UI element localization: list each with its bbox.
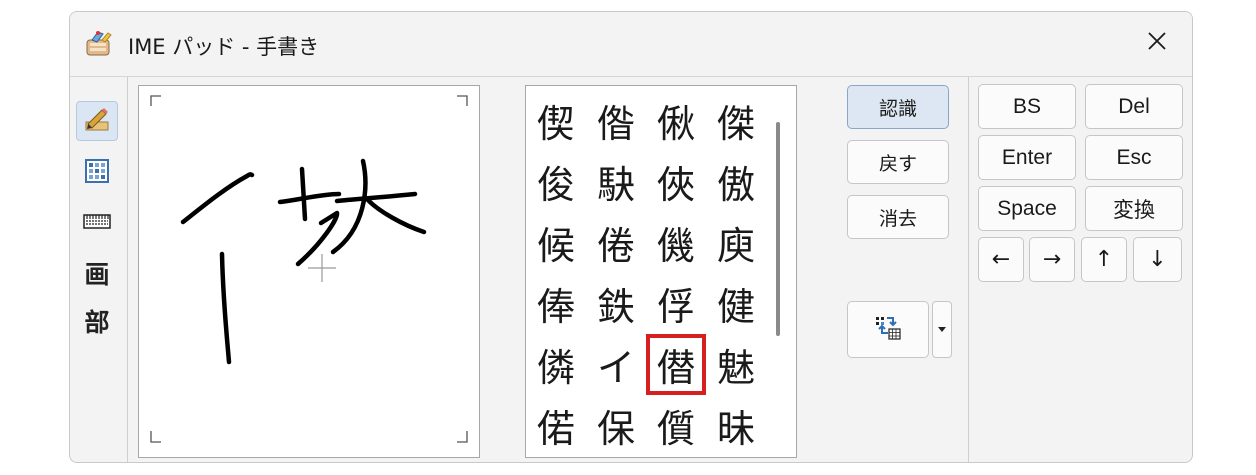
candidate-character[interactable]: 俊 xyxy=(526,151,586,212)
candidate-character[interactable]: 僟 xyxy=(646,212,706,273)
close-button[interactable] xyxy=(1122,12,1192,74)
keys-separator xyxy=(968,77,969,462)
candidate-character[interactable]: 儨 xyxy=(646,395,706,456)
down-arrow-key[interactable]: ↓ xyxy=(1133,237,1182,282)
right-arrow-key[interactable]: → xyxy=(1029,237,1075,282)
candidate-character[interactable]: 俘 xyxy=(646,273,706,334)
handwriting-canvas[interactable] xyxy=(138,85,480,458)
left-arrow-key[interactable]: ← xyxy=(978,237,1024,282)
candidate-character[interactable]: 健 xyxy=(706,273,766,334)
candidate-character[interactable]: 候 xyxy=(526,212,586,273)
escape-key[interactable]: Esc xyxy=(1085,135,1183,180)
window-title: IME パッド - 手書き xyxy=(128,35,320,59)
candidate-row: 偌保儨昧 xyxy=(526,395,766,456)
candidate-row: 僯イ僣魅 xyxy=(526,334,766,395)
candidate-grid: 偰偺偢傑俊駃俠傲候倦僟庾俸鉄俘健僯イ僣魅偌保儨昧 xyxy=(526,90,766,456)
ime-pad-app-icon xyxy=(84,29,114,59)
radical-mode-button[interactable]: 部 xyxy=(76,301,118,341)
candidate-character[interactable]: 傑 xyxy=(706,90,766,151)
candidate-character[interactable]: 保 xyxy=(586,395,646,456)
stroke-count-glyph: 画 xyxy=(84,260,110,289)
candidate-character[interactable]: 倦 xyxy=(586,212,646,273)
radical-glyph: 部 xyxy=(84,303,109,339)
candidate-row: 俸鉄俘健 xyxy=(526,273,766,334)
title-divider xyxy=(70,76,1192,77)
close-icon xyxy=(1146,30,1168,56)
radical-glyph-text: 部 xyxy=(84,308,110,337)
ime-pad-window: IME パッド - 手書き 画 部 偰 偺 偢 傑 俊 駃 俠 傲 候 倦 僟 … xyxy=(69,11,1193,463)
mode-toolbar: 画 部 xyxy=(70,77,128,462)
title-bar[interactable]: IME パッド - 手書き xyxy=(70,12,1192,76)
candidate-character[interactable]: 偰 xyxy=(526,90,586,151)
candidate-character[interactable]: 魅 xyxy=(706,334,766,395)
backspace-key[interactable]: BS xyxy=(978,84,1076,129)
input-mode-dropdown[interactable] xyxy=(932,301,952,358)
undo-button[interactable]: 戻す xyxy=(847,140,949,184)
candidate-scrollbar[interactable] xyxy=(776,122,780,336)
candidate-character[interactable]: 偺 xyxy=(586,90,646,151)
handwriting-mode-button[interactable] xyxy=(76,101,118,141)
pen-icon xyxy=(83,105,111,137)
keyboard-icon xyxy=(82,209,112,237)
up-arrow-key[interactable]: ↑ xyxy=(1081,237,1127,282)
candidate-character[interactable]: 俠 xyxy=(646,151,706,212)
clear-button[interactable]: 消去 xyxy=(847,195,949,239)
soft-keyboard-mode-button[interactable] xyxy=(76,203,118,243)
candidate-character[interactable]: 昧 xyxy=(706,395,766,456)
candidate-character[interactable]: 偌 xyxy=(526,395,586,456)
candidate-character[interactable]: 僯 xyxy=(526,334,586,395)
delete-key[interactable]: Del xyxy=(1085,84,1183,129)
candidate-panel: 偰偺偢傑俊駃俠傲候倦僟庾俸鉄俘健僯イ僣魅偌保儨昧 xyxy=(525,85,797,458)
candidate-row: 偰偺偢傑 xyxy=(526,90,766,151)
recognize-button[interactable]: 認識 xyxy=(847,85,949,129)
candidate-row: 俊駃俠傲 xyxy=(526,151,766,212)
candidate-character[interactable]: 僣 xyxy=(646,334,706,395)
candidate-character[interactable]: 偢 xyxy=(646,90,706,151)
candidate-character[interactable]: イ xyxy=(586,334,646,395)
candidate-character[interactable]: 俸 xyxy=(526,273,586,334)
candidate-character[interactable]: 庾 xyxy=(706,212,766,273)
dropdown-arrow-icon xyxy=(938,324,946,335)
character-list-mode-button[interactable] xyxy=(76,153,118,193)
enter-key[interactable]: Enter xyxy=(978,135,1076,180)
character-list-icon xyxy=(83,157,111,189)
recognition-mode-icon xyxy=(871,311,905,349)
space-key[interactable]: Space xyxy=(978,186,1076,231)
stroke-count-mode-button[interactable]: 画 xyxy=(76,253,118,293)
candidate-row: 候倦僟庾 xyxy=(526,212,766,273)
candidate-character[interactable]: 駃 xyxy=(586,151,646,212)
candidate-character[interactable]: 傲 xyxy=(706,151,766,212)
input-mode-button[interactable] xyxy=(847,301,929,358)
candidate-character[interactable]: 鉄 xyxy=(586,273,646,334)
convert-key[interactable]: 変換 xyxy=(1085,186,1183,231)
